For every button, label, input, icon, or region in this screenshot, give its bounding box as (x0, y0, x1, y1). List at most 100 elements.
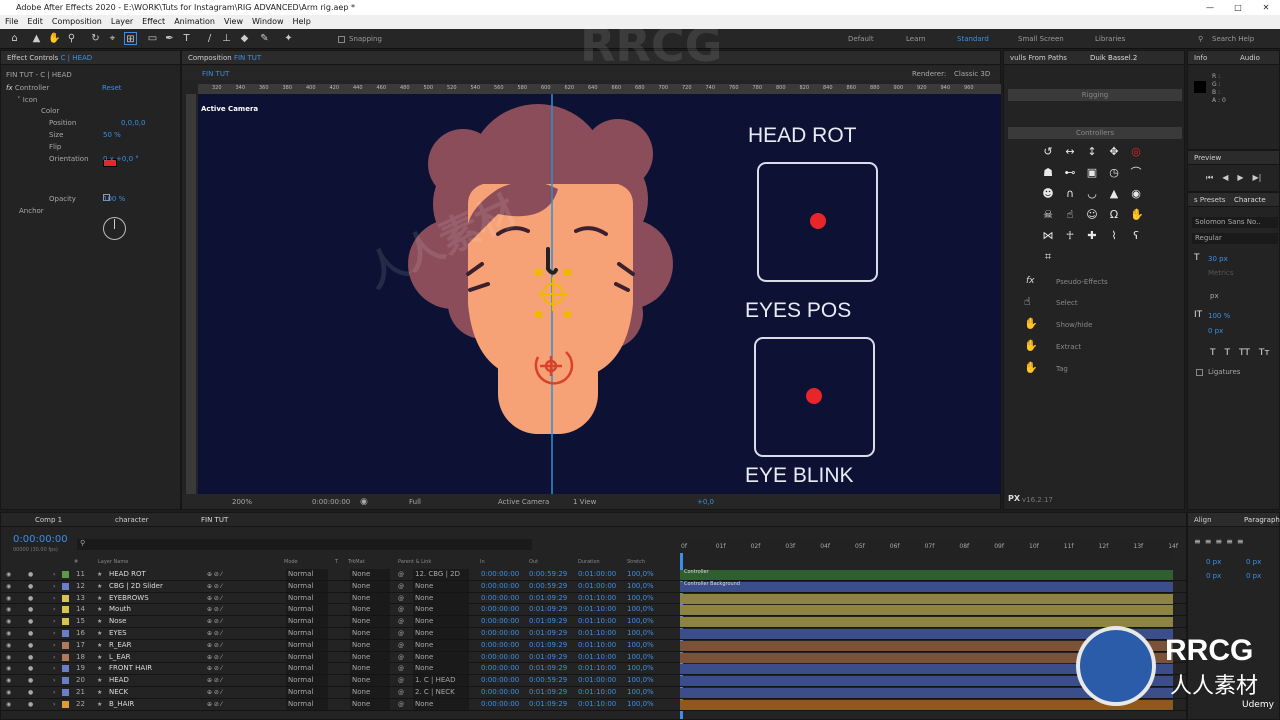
ear-icon[interactable]: Ω (1108, 209, 1120, 221)
trkmat-select[interactable]: None (350, 663, 390, 675)
switches-icon[interactable]: ⊕ ⊘ ⁄ (207, 628, 222, 639)
pickwhip-icon[interactable]: @ (398, 593, 404, 604)
parent-select[interactable]: None (413, 639, 469, 651)
first-frame-icon[interactable]: ⏮ (1206, 173, 1213, 183)
expand-chevron-icon[interactable]: › (53, 699, 55, 710)
character-tab[interactable]: Characte (1234, 193, 1266, 207)
workspace-default[interactable]: Default (848, 35, 874, 43)
audio-tab[interactable]: Audio (1240, 51, 1260, 65)
layer-name[interactable]: NECK (109, 687, 128, 698)
font-family-select[interactable]: Solomon Sans No.. (1192, 217, 1278, 228)
layer-row[interactable]: ◉ ● › 15 ★ Nose ⊕ ⊘ ⁄ Normal None @ None 0:00:00:00… (1, 616, 1186, 628)
camera-snapshot-icon[interactable]: ◉ (360, 497, 368, 507)
layer-stretch[interactable]: 100,0% (627, 581, 654, 592)
brush-tool-icon[interactable]: / (203, 32, 216, 45)
workspace-small-screen[interactable]: Small Screen (1018, 35, 1064, 43)
pseudo-effects[interactable]: Pseudo-Effects (1056, 278, 1108, 286)
head-icon[interactable]: ☻ (1042, 188, 1054, 200)
align-right-icon[interactable]: ≡ (1215, 537, 1222, 546)
camera-tool-icon[interactable]: ⌖ (106, 32, 119, 45)
align-left-icon[interactable]: ≡ (1194, 537, 1201, 546)
layer-duration[interactable]: 0:01:00:00 (578, 569, 616, 580)
layer-in[interactable]: 0:00:00:00 (481, 663, 519, 674)
mode-select[interactable]: Normal (286, 698, 328, 710)
solo-icon[interactable]: ● (28, 581, 33, 592)
visibility-eye-icon[interactable]: ◉ (6, 699, 11, 710)
small-caps-icon[interactable]: Tт (1259, 348, 1270, 358)
roto-brush-icon[interactable]: ✎ (258, 32, 271, 45)
camera-select[interactable]: Active Camera (498, 498, 549, 506)
switches-icon[interactable]: ⊕ ⊘ ⁄ (207, 652, 222, 663)
justify-icon[interactable]: ≡ (1226, 537, 1233, 546)
label-color-swatch[interactable] (62, 653, 69, 661)
layer-duration[interactable]: 0:01:10:00 (578, 687, 616, 698)
preview-tab[interactable]: Preview (1194, 154, 1221, 162)
rotate-icon[interactable]: ↺ (1042, 146, 1054, 158)
layer-duration[interactable]: 0:01:00:00 (578, 675, 616, 686)
parent-select[interactable]: 2. C | NECK (413, 687, 469, 698)
timeline-timecode[interactable]: 0:00:00:00 (13, 534, 68, 545)
mode-select[interactable]: Normal (286, 628, 328, 639)
layer-in[interactable]: 0:00:00:00 (481, 569, 519, 580)
layer-duration-bar[interactable] (680, 605, 1173, 616)
composition-tab[interactable]: Composition (188, 54, 232, 62)
solo-icon[interactable]: ● (28, 699, 33, 710)
expand-chevron-icon[interactable]: › (53, 616, 55, 627)
trkmat-select[interactable]: None (350, 651, 390, 663)
layer-row[interactable]: ◉ ● › 19 ★ FRONT HAIR ⊕ ⊘ ⁄ Normal None @ None 0:00… (1, 663, 1186, 676)
selection-tool-icon[interactable]: ▲ (30, 32, 43, 45)
expand-chevron-icon[interactable]: › (53, 652, 55, 663)
layer-row[interactable]: ◉ ● › 20 ★ HEAD ⊕ ⊘ ⁄ Normal None @1. C | HEAD 0:0… (1, 675, 1186, 687)
horizontal-icon[interactable]: ↔ (1064, 146, 1076, 158)
layer-stretch[interactable]: 100,0% (627, 699, 654, 710)
pickwhip-icon[interactable]: @ (398, 616, 404, 627)
layer-stretch[interactable]: 100,0% (627, 569, 654, 580)
expand-chevron-icon[interactable]: › (53, 640, 55, 651)
layer-stretch[interactable]: 100,0% (627, 616, 654, 627)
layer-in[interactable]: 0:00:00:00 (481, 675, 519, 686)
layer-duration[interactable]: 0:01:00:00 (578, 581, 616, 592)
label-color-swatch[interactable] (62, 606, 69, 614)
prop-size-value[interactable]: 50 % (103, 130, 121, 141)
label-color-swatch[interactable] (62, 665, 69, 673)
label-color-swatch[interactable] (62, 700, 69, 708)
duik-tag[interactable]: Tag (1056, 365, 1068, 373)
drop-icon[interactable]: ▲ (1108, 188, 1120, 200)
pen-tool-icon[interactable]: ✒ (163, 32, 176, 45)
visibility-eye-icon[interactable]: ◉ (6, 581, 11, 592)
mode-select[interactable]: Normal (286, 592, 328, 604)
visibility-eye-icon[interactable]: ◉ (6, 652, 11, 663)
info-tab[interactable]: Info (1194, 54, 1207, 62)
mode-select[interactable]: Normal (286, 580, 328, 592)
workspace-learn[interactable]: Learn (906, 35, 926, 43)
expand-chevron-icon[interactable]: › (53, 675, 55, 686)
exposure-value[interactable]: +0,0 (697, 498, 714, 506)
menu-file[interactable]: File (5, 15, 18, 29)
layer-out[interactable]: 0:01:09:29 (529, 699, 567, 710)
maximize-icon[interactable]: □ (1224, 0, 1252, 15)
menu-window[interactable]: Window (252, 15, 284, 29)
pan-behind-tool-icon[interactable]: ⊞ (124, 32, 137, 45)
prop-position-value[interactable]: 0,0,0,0 (121, 118, 146, 129)
hand-tool-icon[interactable]: ✋ (48, 32, 61, 45)
layer-duration-bar[interactable] (680, 581, 1173, 592)
hand-icon[interactable]: ✋ (1130, 209, 1144, 221)
pickwhip-icon[interactable]: @ (398, 687, 404, 698)
layer-row[interactable]: ◉ ● › 11 ★ HEAD ROT ⊕ ⊘ ⁄ Normal None @12. CBG | … (1, 569, 1186, 581)
tab-fin-tut[interactable]: FIN TUT (201, 513, 228, 527)
layer-duration-bar[interactable] (680, 570, 1173, 580)
parent-select[interactable]: None (413, 616, 469, 628)
effect-controls-tab[interactable]: Effect Controls (7, 54, 58, 62)
duik-select[interactable]: Select (1056, 299, 1078, 307)
mode-select[interactable]: Normal (286, 663, 328, 675)
font-style-select[interactable]: Regular (1192, 233, 1278, 244)
layer-name[interactable]: Mouth (109, 604, 131, 615)
label-color-swatch[interactable] (62, 677, 69, 685)
trkmat-select[interactable]: None (350, 628, 390, 639)
layer-name[interactable]: EYES (109, 628, 127, 639)
faux-italic-icon[interactable]: T (1225, 348, 1231, 358)
layer-in[interactable]: 0:00:00:00 (481, 628, 519, 639)
lips-icon[interactable]: ◡ (1086, 188, 1098, 200)
indent-right[interactable]: 0 px (1246, 558, 1261, 566)
layer-duration[interactable]: 0:01:10:00 (578, 699, 616, 710)
